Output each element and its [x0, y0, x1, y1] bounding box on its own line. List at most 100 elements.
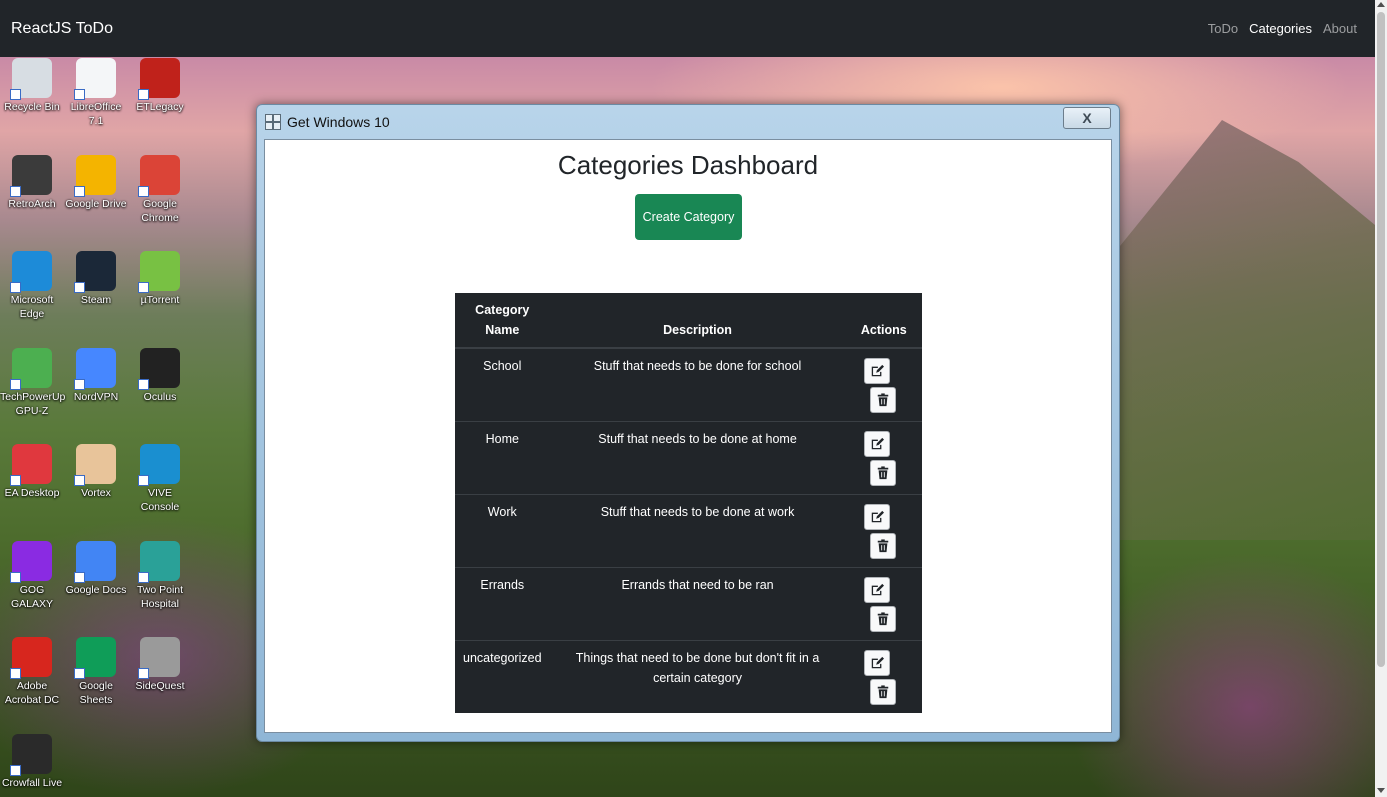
edit-button[interactable]: [863, 577, 890, 603]
app-icon: [74, 444, 116, 486]
desktop-icon-label: LibreOffice 7.1: [70, 101, 122, 127]
app-icon: [10, 540, 52, 583]
category-name-cell: uncategorized: [455, 640, 550, 713]
desktop-icon-label: Crowfall Live: [1, 776, 63, 789]
window-content: Categories Dashboard Create Category Cat…: [264, 139, 1112, 733]
category-name-cell: Home: [455, 421, 550, 495]
desktop-icon-label: Adobe Acrobat DC: [4, 680, 60, 706]
desktop-icon-label: NordVPN: [73, 390, 119, 403]
category-description-cell: Stuff that needs to be done for school: [549, 347, 846, 422]
category-description-cell: Stuff that needs to be done at work: [549, 494, 846, 568]
app-icon: [138, 154, 180, 197]
desktop-icon-two-point-hospital[interactable]: Two Point Hospital: [128, 540, 192, 611]
app-icon: [138, 637, 180, 679]
navbar-brand[interactable]: ReactJS ToDo: [11, 20, 113, 38]
desktop-icon-label: Google Drive: [65, 197, 127, 210]
scroll-up-arrow-icon[interactable]: [1377, 2, 1385, 7]
app-icon: [10, 444, 52, 486]
desktop-icon-label: µTorrent: [140, 294, 180, 306]
desktop-icon-techpowerup-gpu-z[interactable]: TechPowerUp GPU-Z: [0, 347, 66, 418]
desktop-icon-google-docs[interactable]: Google Docs: [64, 540, 128, 597]
category-name-cell: Errands: [455, 567, 550, 641]
nav-link-categories[interactable]: Categories: [1249, 21, 1312, 36]
category-description-cell: Errands that need to be ran: [549, 567, 846, 641]
windows-logo-icon: [265, 114, 281, 130]
header-category-name: Category Name: [455, 293, 550, 349]
app-icon: [74, 154, 116, 197]
desktop-icon-retroarch[interactable]: RetroArch: [0, 154, 64, 211]
categories-table: Category Name Description Actions School…: [455, 293, 922, 713]
app-icon: [10, 58, 52, 100]
create-category-button[interactable]: Create Category: [635, 194, 742, 240]
delete-button[interactable]: [869, 606, 896, 632]
desktop-icon-vortex[interactable]: Vortex: [64, 444, 128, 500]
desktop-icon-recycle-bin[interactable]: Recycle Bin: [0, 58, 64, 114]
desktop-icon-label: SideQuest: [135, 680, 185, 692]
app-icon: [10, 347, 52, 390]
app-icon: [74, 347, 116, 390]
desktop-icon-vive-console[interactable]: VIVE Console: [128, 444, 192, 514]
desktop-icon-label: Google Chrome: [141, 197, 179, 224]
desktop-icon-google-chrome[interactable]: Google Chrome: [128, 154, 192, 225]
actions-cell: [845, 567, 922, 641]
delete-button[interactable]: [869, 533, 896, 559]
scroll-thumb[interactable]: [1377, 12, 1385, 667]
desktop-icon-oculus[interactable]: Oculus: [128, 347, 192, 404]
app-icon: [138, 251, 180, 293]
desktop-icon-etlegacy[interactable]: ETLegacy: [128, 58, 192, 114]
app-icon: [10, 637, 52, 679]
table-row: Errands Errands that need to be ran: [455, 567, 922, 641]
desktop-icon-google-drive[interactable]: Google Drive: [64, 154, 128, 211]
desktop-icon-gog-galaxy[interactable]: GOG GALAXY: [0, 540, 64, 611]
desktop-icon-adobe-acrobat-dc[interactable]: Adobe Acrobat DC: [0, 637, 64, 707]
navbar: ReactJS ToDo ToDo Categories About: [0, 0, 1375, 57]
window-titlebar[interactable]: Get Windows 10 X: [257, 105, 1119, 139]
desktop-icon-steam[interactable]: Steam: [64, 251, 128, 307]
header-description: Description: [549, 293, 846, 349]
desktop-icon-label: TechPowerUp GPU-Z: [0, 390, 66, 417]
delete-button[interactable]: [869, 679, 896, 705]
nav-link-about[interactable]: About: [1323, 21, 1357, 36]
edit-button[interactable]: [863, 504, 890, 530]
scroll-down-arrow-icon[interactable]: [1377, 788, 1385, 793]
app-icon: [138, 58, 180, 100]
nav-links: ToDo Categories About: [1208, 21, 1357, 36]
get-windows-10-window: Get Windows 10 X Categories Dashboard Cr…: [256, 104, 1120, 742]
app-icon: [10, 733, 52, 776]
app-icon: [138, 347, 180, 390]
desktop-icon-nordvpn[interactable]: NordVPN: [64, 347, 128, 404]
desktop-icon-label: VIVE Console: [140, 487, 180, 513]
desktop-icon-sidequest[interactable]: SideQuest: [128, 637, 192, 693]
desktop-icon-microsoft-edge[interactable]: Microsoft Edge: [0, 251, 64, 321]
delete-button[interactable]: [869, 460, 896, 486]
desktop-icon-ea-desktop[interactable]: EA Desktop: [0, 444, 64, 500]
page-scrollbar[interactable]: [1375, 0, 1387, 797]
desktop-icon-label: RetroArch: [8, 197, 56, 210]
desktop-icon-label: Google Docs: [65, 583, 127, 596]
table-row: uncategorized Things that need to be done…: [455, 640, 922, 713]
desktop-icon--torrent[interactable]: µTorrent: [128, 251, 192, 307]
table-row: Work Stuff that needs to be done at work: [455, 494, 922, 568]
edit-button[interactable]: [863, 431, 890, 457]
table-header-row: Category Name Description Actions: [455, 293, 922, 349]
desktop-icon-libreoffice-7-1[interactable]: LibreOffice 7.1: [64, 58, 128, 128]
actions-cell: [845, 640, 922, 713]
table-row: School Stuff that needs to be done for sc…: [455, 347, 922, 422]
desktop-icon-label: ETLegacy: [136, 101, 184, 113]
desktop-icon-google-sheets[interactable]: Google Sheets: [64, 637, 128, 707]
edit-button[interactable]: [863, 650, 890, 676]
edit-button[interactable]: [863, 358, 890, 384]
delete-button[interactable]: [869, 387, 896, 413]
app-icon: [74, 637, 116, 679]
desktop-icon-label: GOG GALAXY: [10, 583, 54, 610]
page-title: Categories Dashboard: [557, 150, 819, 180]
category-name-cell: School: [455, 347, 550, 422]
window-title: Get Windows 10: [287, 114, 390, 130]
category-name-cell: Work: [455, 494, 550, 568]
actions-cell: [845, 347, 922, 422]
window-close-button[interactable]: X: [1063, 107, 1111, 129]
desktop-icon-label: Microsoft Edge: [10, 294, 54, 320]
app-icon: [10, 154, 52, 197]
nav-link-todo[interactable]: ToDo: [1208, 21, 1238, 36]
desktop-icon-crowfall-live[interactable]: Crowfall Live: [0, 733, 64, 790]
